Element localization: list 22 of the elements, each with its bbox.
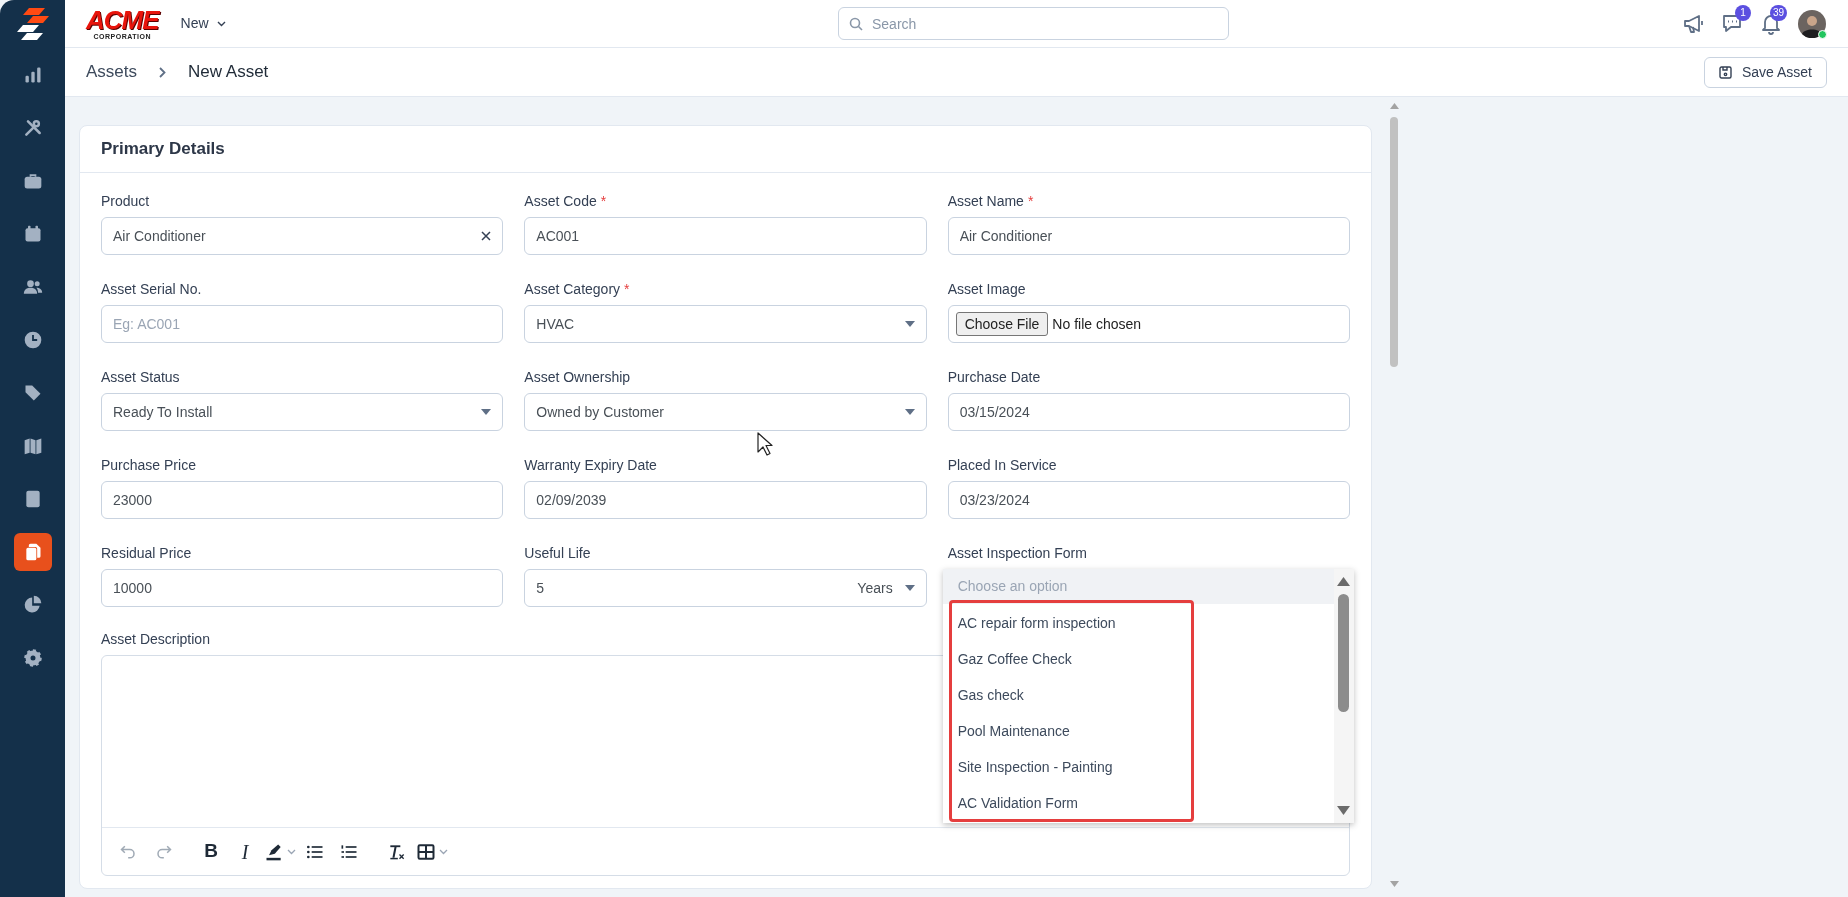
notification-count-badge: 39: [1770, 4, 1788, 21]
field-label: Useful Life: [524, 544, 591, 563]
company-logo: ACME: [86, 7, 159, 33]
field-label: Asset Ownership: [524, 368, 631, 387]
message-count-badge: 1: [1735, 4, 1751, 21]
field-label: Asset Status: [101, 368, 180, 387]
file-status: No file chosen: [1052, 314, 1142, 334]
field-label: Residual Price: [101, 544, 192, 563]
field-label: Purchase Date: [947, 368, 1041, 387]
field-label: Asset Serial No.: [101, 280, 202, 299]
field-label: Purchase Price: [101, 456, 196, 475]
field-label: Asset Code *: [524, 192, 607, 211]
field-label: Asset Inspection Form: [947, 544, 1087, 563]
breadcrumb-current: New Asset: [188, 61, 269, 84]
field-label: Asset Name *: [947, 192, 1034, 211]
card-title: Primary Details: [101, 138, 225, 161]
field-label: Warranty Expiry Date: [524, 456, 657, 475]
field-label: Asset Category *: [524, 280, 630, 299]
field-label: Asset Image: [947, 280, 1026, 299]
field-label: Product: [101, 192, 150, 211]
field-label: Asset Description: [101, 630, 211, 649]
field-label: Placed In Service: [947, 456, 1057, 475]
